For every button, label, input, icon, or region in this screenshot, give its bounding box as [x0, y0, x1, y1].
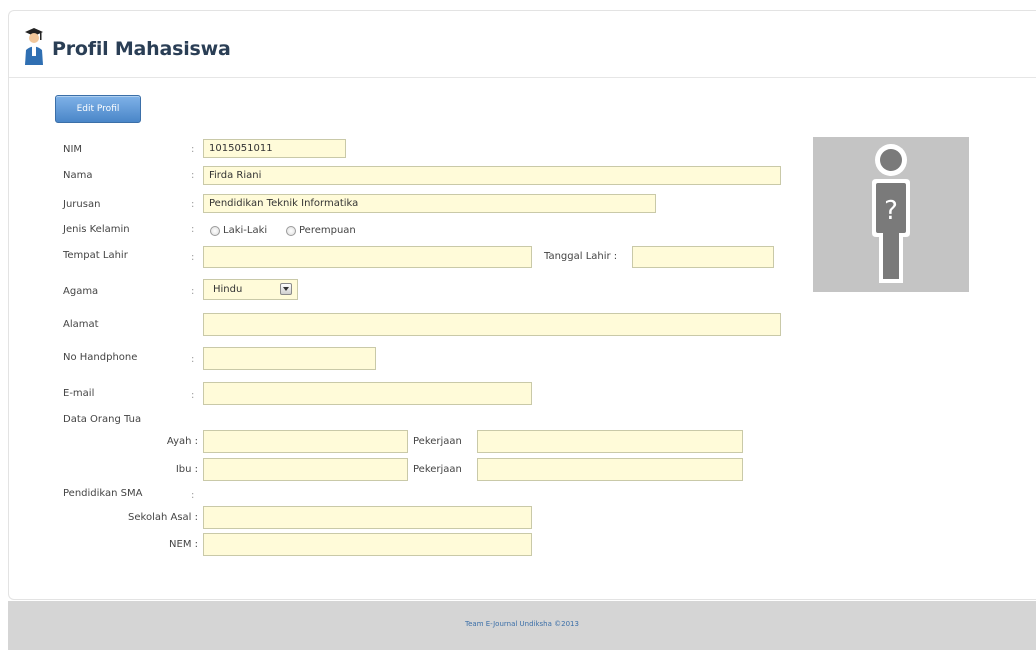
nama-field[interactable]: Firda Riani	[203, 166, 781, 185]
jurusan-field[interactable]: Pendidikan Teknik Informatika	[203, 194, 656, 213]
separator: :	[191, 390, 195, 401]
label-pekerjaan-ayah: Pekerjaan	[413, 436, 462, 447]
chevron-down-icon[interactable]	[280, 283, 292, 295]
label-alamat: Alamat	[63, 319, 99, 330]
student-graduate-icon	[25, 28, 43, 65]
label-sekolah-asal: Sekolah Asal :	[128, 512, 198, 523]
footer-text[interactable]: Team E-Journal Undiksha ©2013	[8, 620, 1036, 628]
label-no-handphone: No Handphone	[63, 352, 138, 363]
separator: :	[191, 252, 195, 263]
agama-select-value: Hindu	[213, 284, 243, 295]
radio-label-laki-laki: Laki-Laki	[223, 225, 268, 236]
radio-label-perempuan: Perempuan	[299, 225, 356, 236]
nem-field[interactable]	[203, 533, 532, 556]
page-title: Profil Mahasiswa	[52, 38, 231, 60]
label-data-orang-tua: Data Orang Tua	[63, 414, 142, 425]
pekerjaan-ibu-field[interactable]	[477, 458, 743, 481]
no-handphone-field[interactable]	[203, 347, 376, 370]
alamat-field[interactable]	[203, 313, 781, 336]
radio-laki-laki[interactable]	[210, 226, 220, 236]
label-tempat-lahir: Tempat Lahir	[63, 250, 128, 261]
radio-perempuan[interactable]	[286, 226, 296, 236]
label-jenis-kelamin: Jenis Kelamin	[63, 224, 130, 235]
nim-field[interactable]: 1015051011	[203, 139, 346, 158]
label-nim: NIM	[63, 144, 83, 155]
tempat-lahir-field[interactable]	[203, 246, 532, 268]
separator: :	[191, 144, 195, 155]
separator: :	[191, 170, 195, 181]
tanggal-lahir-field[interactable]	[632, 246, 774, 268]
label-agama: Agama	[63, 286, 99, 297]
label-pekerjaan-ibu: Pekerjaan	[413, 464, 462, 475]
email-field[interactable]	[203, 382, 532, 405]
label-pendidikan-sma: Pendidikan SMA	[63, 488, 143, 499]
separator: :	[191, 286, 195, 297]
separator: :	[191, 490, 195, 501]
separator: :	[191, 354, 195, 365]
agama-select[interactable]: Hindu	[203, 279, 298, 300]
pekerjaan-ayah-field[interactable]	[477, 430, 743, 453]
label-email: E-mail	[63, 388, 95, 399]
separator: :	[191, 224, 195, 235]
label-ibu: Ibu :	[175, 464, 198, 475]
profile-photo: ?	[813, 137, 969, 292]
label-jurusan: Jurusan	[63, 199, 101, 210]
photo-placeholder-glyph: ?	[884, 196, 898, 226]
label-ayah: Ayah :	[166, 436, 198, 447]
ayah-field[interactable]	[203, 430, 408, 453]
label-nama: Nama	[63, 170, 93, 181]
unknown-person-icon: ?	[872, 144, 910, 283]
sekolah-asal-field[interactable]	[203, 506, 532, 529]
footer: Team E-Journal Undiksha ©2013	[8, 601, 1036, 650]
edit-profile-button[interactable]: Edit Profil	[55, 95, 141, 123]
label-tanggal-lahir: Tanggal Lahir :	[544, 251, 618, 262]
ibu-field[interactable]	[203, 458, 408, 481]
label-nem: NEM :	[169, 539, 198, 550]
separator: :	[191, 199, 195, 210]
